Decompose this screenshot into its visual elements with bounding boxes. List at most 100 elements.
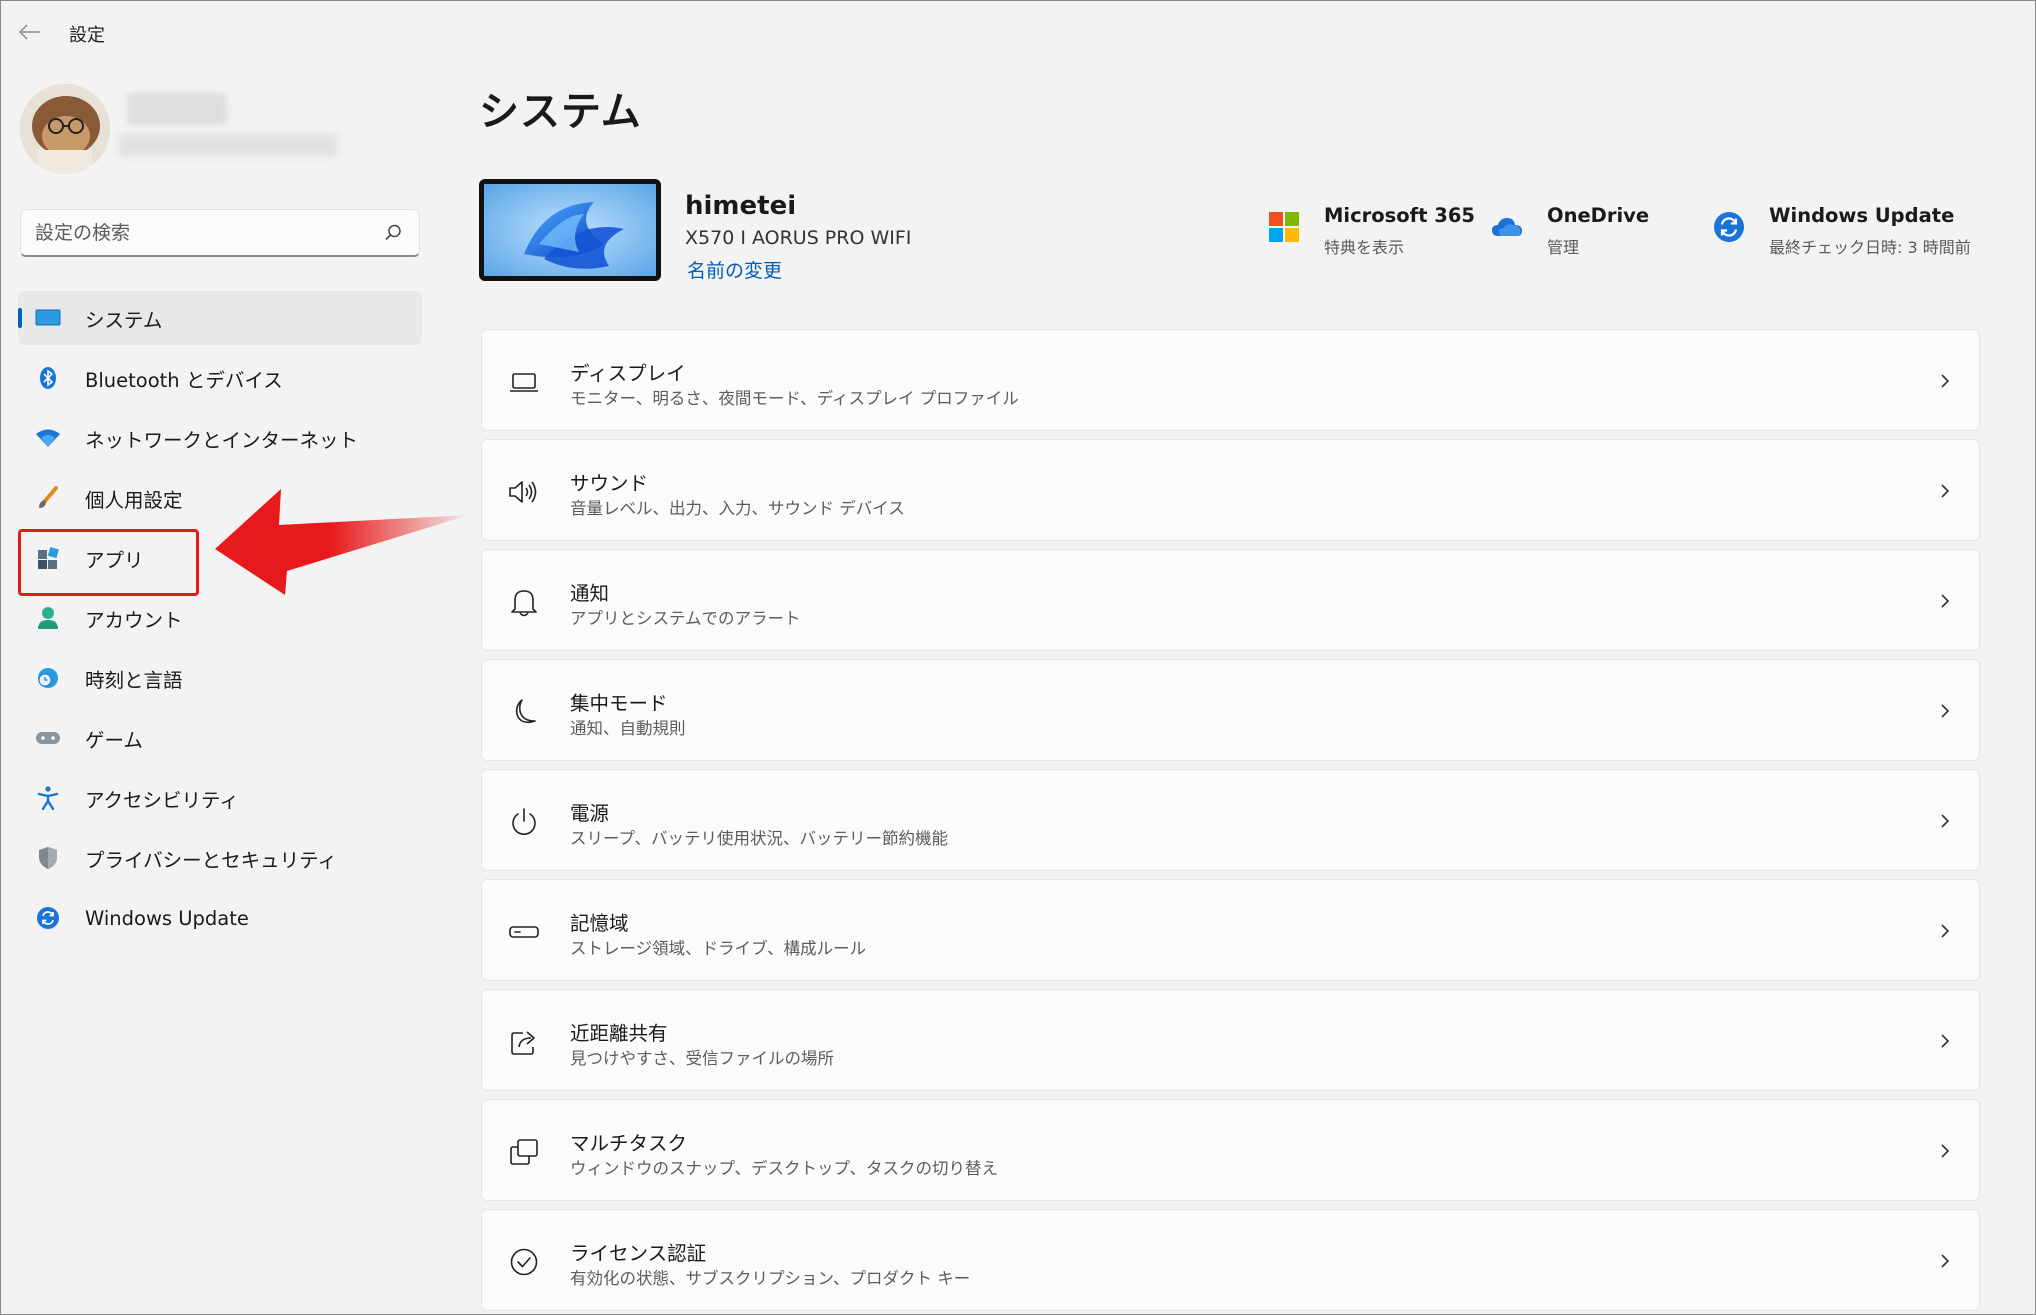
speaker-icon (508, 476, 540, 508)
quick-link-title: Windows Update (1769, 204, 1955, 227)
quick-link-subtitle: 特典を表示 (1324, 238, 1405, 257)
card-description: ストレージ領域、ドライブ、構成ルール (570, 939, 867, 958)
setting-card-nearby-sharing[interactable]: 近距離共有 見つけやすさ、受信ファイルの場所 (481, 989, 1980, 1091)
page-title: システム (479, 89, 642, 135)
card-title: 電源 (570, 802, 610, 825)
sidebar-item-label: 時刻と言語 (85, 668, 183, 692)
back-arrow-icon (19, 24, 40, 40)
card-description: 見つけやすさ、受信ファイルの場所 (570, 1049, 834, 1068)
search-input[interactable] (35, 218, 375, 248)
setting-card-storage[interactable]: 記憶域 ストレージ領域、ドライブ、構成ルール (481, 879, 1980, 981)
sidebar-item-label: プライバシーとセキュリティ (85, 848, 337, 872)
sidebar-item-windows-update[interactable]: Windows Update (18, 891, 422, 945)
display-icon (508, 366, 540, 398)
card-description: スリープ、バッテリ使用状況、バッテリー節約機能 (570, 829, 949, 848)
chevron-right-icon (1941, 1144, 1950, 1158)
sidebar-item-privacy-security[interactable]: プライバシーとセキュリティ (18, 831, 422, 885)
setting-card-focus-assist[interactable]: 集中モード 通知、自動規則 (481, 659, 1980, 761)
settings-list: ディスプレイ モニター、明るさ、夜間モード、ディスプレイ プロファイル サウンド… (481, 329, 1980, 1315)
moon-icon (508, 696, 540, 728)
device-model: X570 I AORUS PRO WIFI (685, 227, 912, 249)
gamepad-icon (35, 726, 61, 750)
sidebar-item-label: 個人用設定 (85, 488, 183, 512)
chevron-right-icon (1941, 484, 1950, 498)
setting-card-multitasking[interactable]: マルチタスク ウィンドウのスナップ、デスクトップ、タスクの切り替え (481, 1099, 1980, 1201)
sidebar-item-label: システム (85, 308, 163, 332)
setting-card-power[interactable]: 電源 スリープ、バッテリ使用状況、バッテリー節約機能 (481, 769, 1980, 871)
card-description: 通知、自動規則 (570, 719, 686, 738)
avatar[interactable] (20, 84, 110, 174)
annotation-arrow (215, 489, 469, 595)
avatar-image (20, 84, 110, 174)
card-title: 記憶域 (570, 912, 629, 935)
sidebar-item-label: Windows Update (85, 906, 249, 930)
sidebar-item-label: ゲーム (85, 728, 143, 752)
chevron-right-icon (1941, 814, 1950, 828)
sidebar-item-label: アクセシビリティ (85, 788, 239, 812)
refresh-icon (1714, 212, 1744, 242)
card-description: 音量レベル、出力、入力、サウンド デバイス (570, 499, 905, 518)
search-icon[interactable] (383, 223, 403, 243)
quick-link-windows-update[interactable]: Windows Update 最終チェック日時: 3 時間前 (1713, 201, 1983, 261)
share-icon (508, 1026, 540, 1058)
setting-card-sound[interactable]: サウンド 音量レベル、出力、入力、サウンド デバイス (481, 439, 1980, 541)
sidebar-item-time-language[interactable]: 時刻と言語 (18, 651, 422, 705)
title-bar: 設定 (1, 1, 2035, 61)
card-description: アプリとシステムでのアラート (570, 609, 801, 628)
quick-link-microsoft-365[interactable]: Microsoft 365 特典を表示 (1268, 201, 1488, 261)
bluetooth-icon (35, 366, 61, 390)
setting-card-notifications[interactable]: 通知 アプリとシステムでのアラート (481, 549, 1980, 651)
cloud-icon (1492, 218, 1522, 236)
card-description: 有効化の状態、サブスクリプション、プロダクト キー (570, 1269, 971, 1288)
card-title: マルチタスク (570, 1132, 688, 1155)
card-title: 集中モード (570, 692, 668, 715)
sidebar-nav: システム Bluetooth とデバイス ネットワークとインターネット 個人用設… (18, 291, 422, 951)
chevron-right-icon (1941, 924, 1950, 938)
setting-card-activation[interactable]: ライセンス認証 有効化の状態、サブスクリプション、プロダクト キー (481, 1209, 1980, 1311)
highlight-box (18, 529, 199, 596)
sidebar-item-gaming[interactable]: ゲーム (18, 711, 422, 765)
bell-icon (508, 586, 540, 618)
device-name: himetei (685, 191, 797, 221)
sidebar-item-label: アカウント (85, 608, 183, 632)
sidebar-item-bluetooth[interactable]: Bluetooth とデバイス (18, 351, 422, 405)
settings-window: 設定 システム (0, 0, 2036, 1315)
chevron-right-icon (1941, 704, 1950, 718)
window-title: 設定 (69, 25, 105, 46)
card-title: 通知 (570, 582, 610, 605)
sidebar-item-label: Bluetooth とデバイス (85, 368, 283, 392)
sidebar-item-label: ネットワークとインターネット (85, 428, 359, 452)
quick-link-subtitle: 最終チェック日時: 3 時間前 (1769, 238, 1971, 257)
storage-icon (508, 916, 540, 948)
person-icon (35, 606, 61, 630)
settings-search[interactable] (20, 209, 420, 257)
chevron-right-icon (1941, 374, 1950, 388)
card-description: モニター、明るさ、夜間モード、ディスプレイ プロファイル (570, 389, 1019, 408)
quick-link-onedrive[interactable]: OneDrive 管理 (1491, 201, 1671, 261)
sidebar-item-accounts[interactable]: アカウント (18, 591, 422, 645)
quick-link-subtitle: 管理 (1547, 238, 1580, 257)
rename-link[interactable]: 名前の変更 (687, 256, 782, 283)
shield-icon (35, 846, 61, 870)
sidebar-item-accessibility[interactable]: アクセシビリティ (18, 771, 422, 825)
check-circle-icon (508, 1246, 540, 1278)
selection-indicator (18, 308, 22, 328)
brush-icon (35, 486, 61, 510)
setting-card-display[interactable]: ディスプレイ モニター、明るさ、夜間モード、ディスプレイ プロファイル (481, 329, 1980, 431)
monitor-icon (35, 306, 61, 330)
user-email-redacted (119, 134, 337, 156)
quick-link-title: Microsoft 365 (1324, 204, 1475, 227)
user-name-redacted (127, 93, 227, 125)
sidebar-item-network[interactable]: ネットワークとインターネット (18, 411, 422, 465)
microsoft-logo-icon (1269, 212, 1299, 242)
clock-globe-icon (35, 666, 61, 690)
device-thumbnail (479, 179, 661, 281)
card-title: ディスプレイ (570, 362, 686, 385)
accessibility-icon (35, 786, 61, 810)
wifi-icon (35, 426, 61, 450)
card-title: サウンド (570, 472, 649, 495)
back-button[interactable] (15, 17, 45, 47)
card-title: 近距離共有 (570, 1022, 668, 1045)
chevron-right-icon (1941, 594, 1950, 608)
sidebar-item-system[interactable]: システム (18, 291, 422, 345)
